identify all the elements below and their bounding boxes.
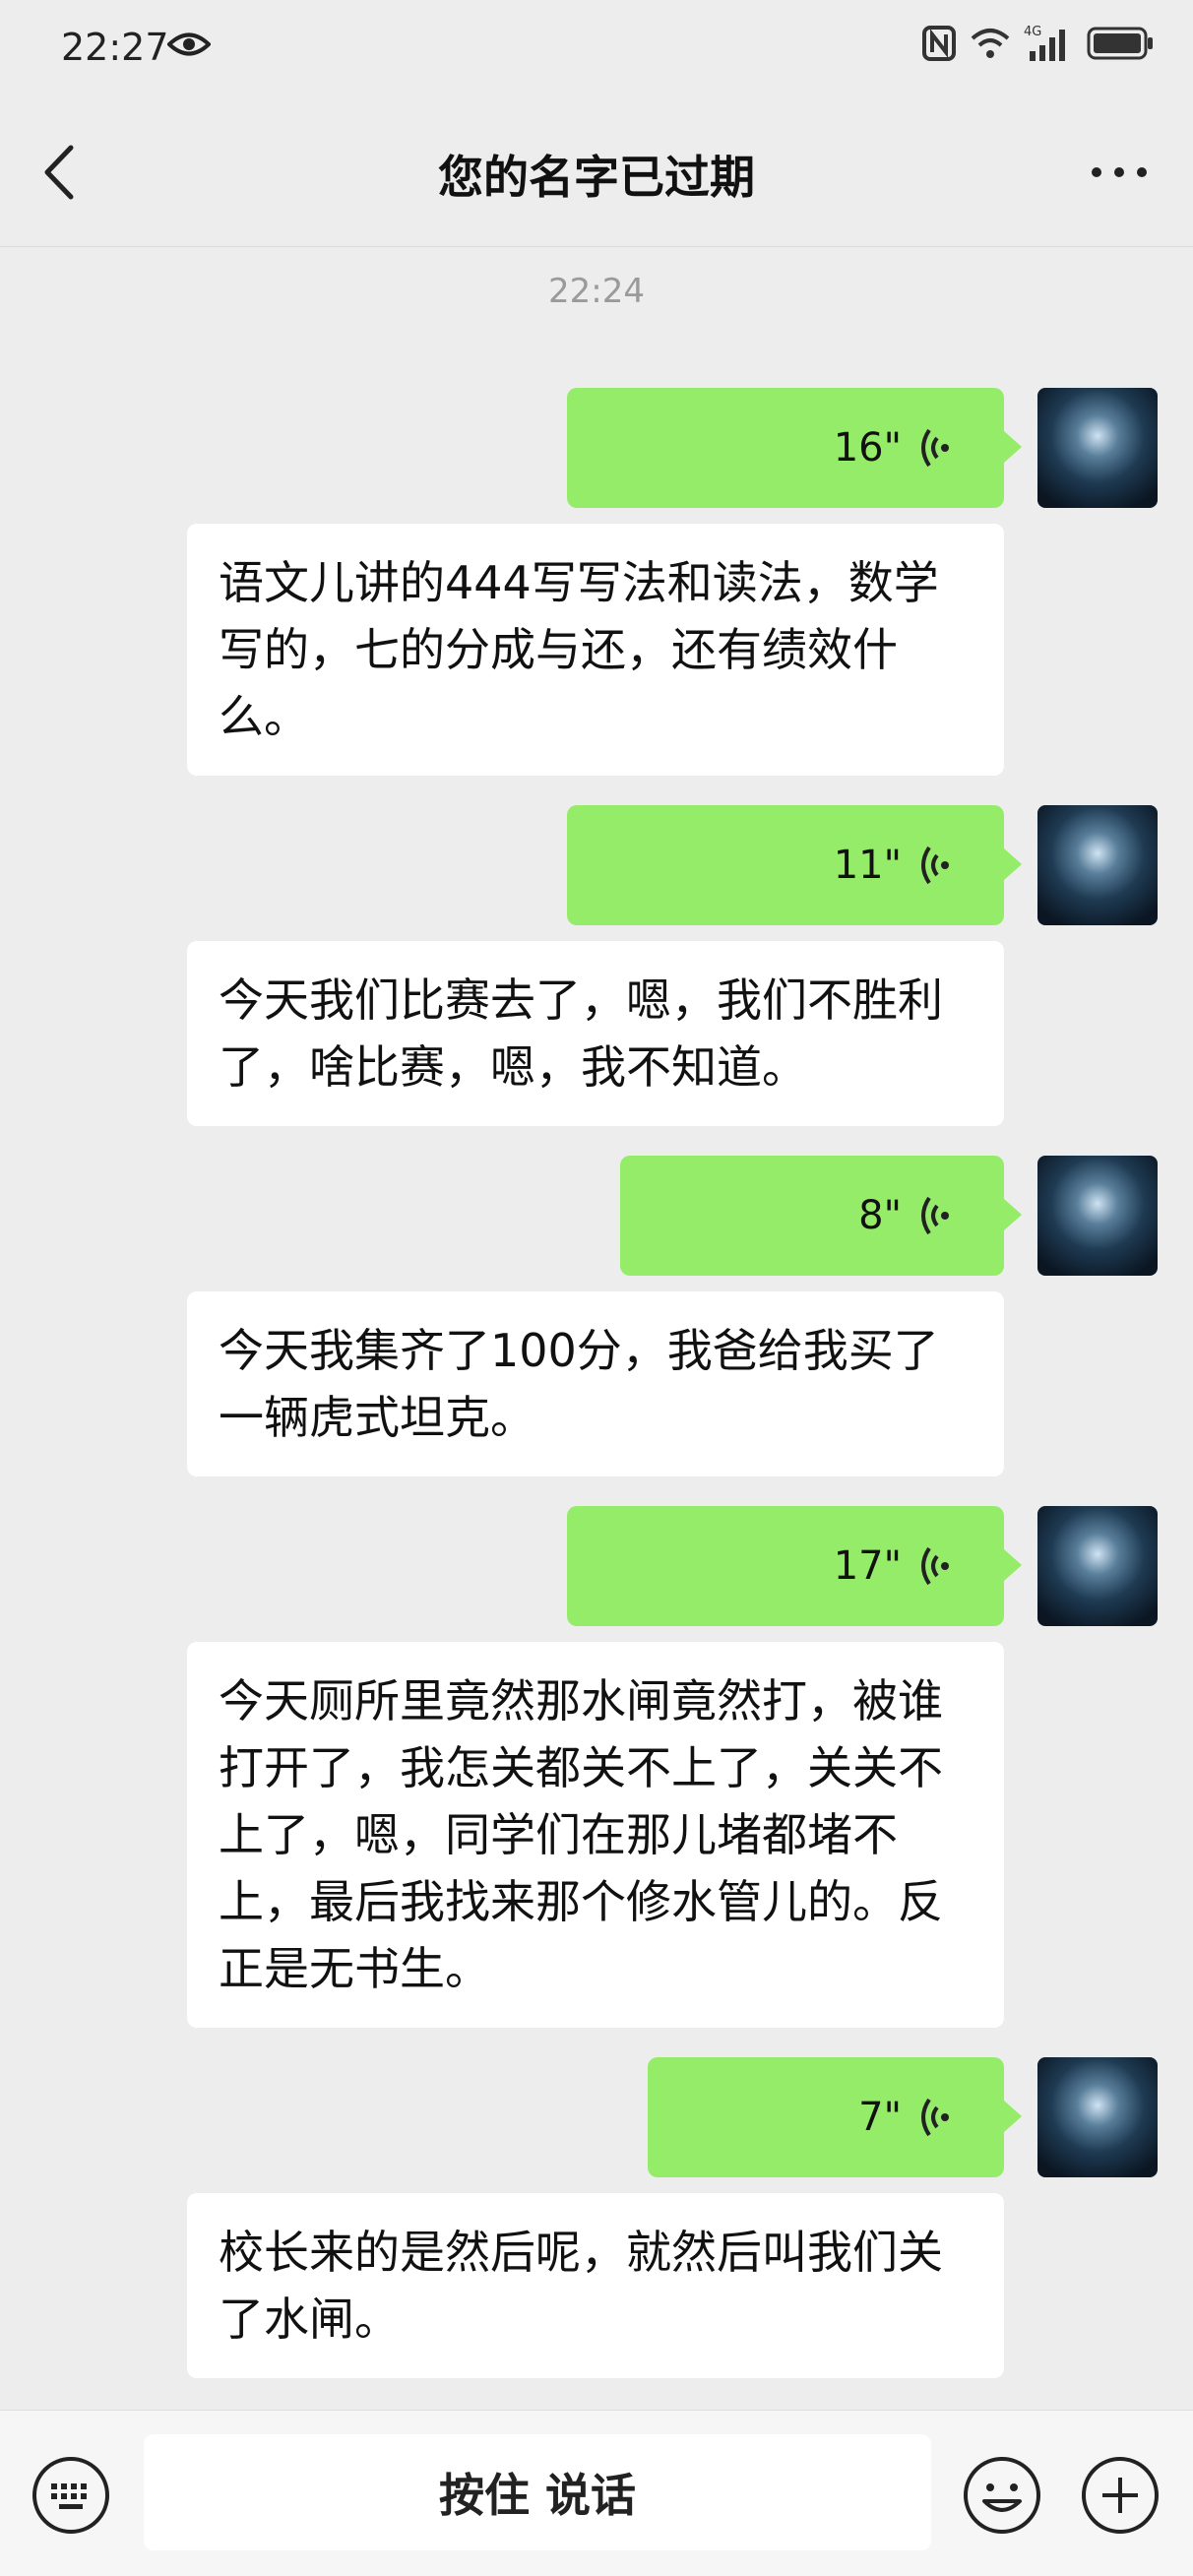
voice-duration: 8" [858,1193,902,1238]
voice-message[interactable]: 16" [567,388,1022,508]
voice-duration: 17" [833,1543,902,1589]
eye-icon [166,30,212,63]
voice-wave-icon [921,1546,949,1586]
more-functions-button[interactable] [1079,2454,1162,2537]
avatar[interactable] [1037,1156,1158,1276]
voice-transcript: 校长来的是然后呢，就然后叫我们关了水闸。 [187,2193,1004,2378]
avatar[interactable] [1037,1506,1158,1626]
more-button[interactable] [1085,148,1154,197]
status-icons: 4G [921,24,1154,67]
voice-duration: 7" [858,2095,902,2140]
nfc-icon [921,25,957,66]
wifi-icon [971,27,1010,64]
voice-message[interactable]: 7" [648,2057,1022,2177]
input-bar: 按住 说话 [0,2410,1193,2576]
battery-icon [1087,26,1154,65]
hold-to-talk-button[interactable]: 按住 说话 [144,2434,931,2550]
voice-duration: 11" [833,843,902,888]
voice-duration: 16" [833,425,902,471]
voice-transcript: 语文儿讲的444写写法和读法，数学写的，七的分成与还，还有绩效什么。 [187,524,1004,776]
voice-wave-icon [921,846,949,885]
voice-message[interactable]: 17" [567,1506,1022,1626]
voice-message[interactable]: 11" [567,805,1022,925]
voice-wave-icon [921,428,949,468]
message-timestamp: 22:24 [548,272,645,311]
voice-transcript: 今天我集齐了100分，我爸给我买了一辆虎式坦克。 [187,1291,1004,1476]
status-time: 22:27 [61,26,169,69]
voice-message[interactable]: 8" [620,1156,1022,1276]
signal-icon: 4G [1024,24,1073,67]
plus-icon [1082,2457,1159,2534]
emoji-icon [964,2457,1040,2534]
avatar[interactable] [1037,388,1158,508]
network-label: 4G [1024,25,1041,39]
voice-transcript: 今天我们比赛去了，嗯，我们不胜利了，啥比赛，嗯，我不知道。 [187,941,1004,1126]
status-bar: 22:27 4G [0,0,1193,98]
emoji-button[interactable] [961,2454,1043,2537]
chat-header: 您的名字已过期 [0,98,1193,247]
voice-wave-icon [921,1196,949,1235]
more-icon [1092,167,1147,177]
voice-wave-icon [921,2098,949,2137]
keyboard-button[interactable] [30,2454,112,2537]
avatar[interactable] [1037,805,1158,925]
avatar[interactable] [1037,2057,1158,2177]
chat-title: 您的名字已过期 [438,151,755,204]
keyboard-icon [32,2457,109,2534]
voice-transcript: 今天厕所里竟然那水闸竟然打，被谁打开了，我怎关都关不上了，关关不上了，嗯，同学们… [187,1642,1004,2028]
